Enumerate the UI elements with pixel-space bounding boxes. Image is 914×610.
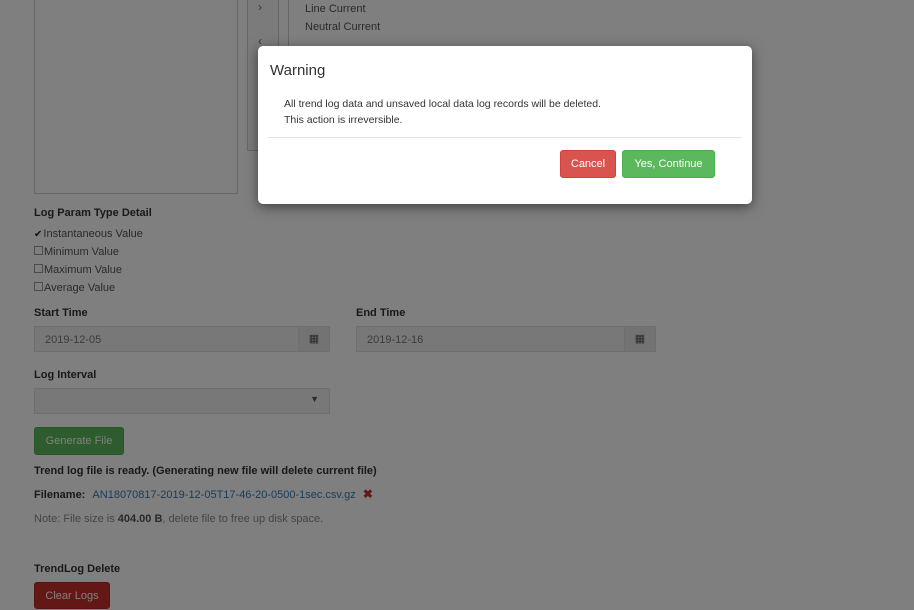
modal-title: Warning — [270, 62, 326, 79]
modal-body: All trend log data and unsaved local dat… — [284, 96, 724, 128]
yes-continue-button[interactable]: Yes, Continue — [622, 150, 715, 178]
cancel-button[interactable]: Cancel — [560, 150, 616, 178]
modal-message-line: This action is irreversible. — [284, 114, 403, 126]
warning-modal: Warning All trend log data and unsaved l… — [258, 46, 752, 204]
modal-message-line: All trend log data and unsaved local dat… — [284, 98, 601, 110]
modal-divider — [268, 137, 742, 138]
